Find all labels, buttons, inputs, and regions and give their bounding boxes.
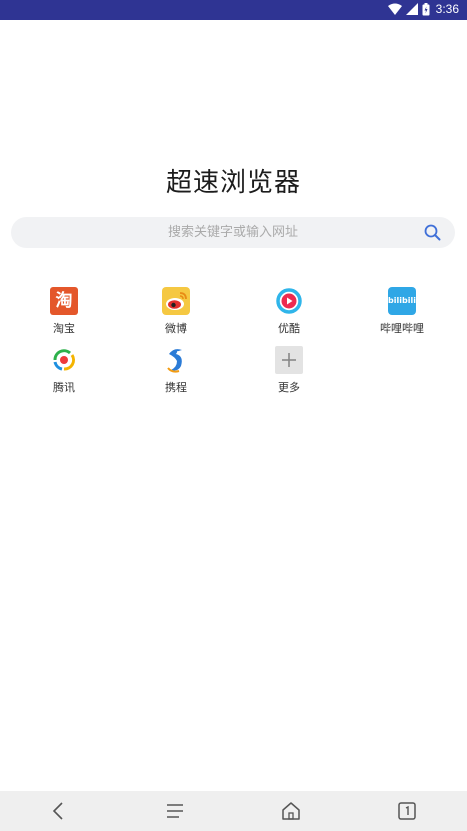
- home-icon[interactable]: [279, 799, 303, 823]
- back-icon[interactable]: [47, 799, 71, 823]
- shortcut-label: 更多: [278, 381, 300, 394]
- shortcut-ctrip[interactable]: 携程: [131, 346, 221, 395]
- tencent-icon: [50, 346, 78, 374]
- shortcut-bilibili[interactable]: bilibili 哔哩哔哩: [357, 287, 447, 336]
- status-bar: 3:36: [0, 0, 467, 20]
- youku-icon: [275, 287, 303, 315]
- shortcut-label: 淘宝: [53, 322, 75, 335]
- shortcut-label: 优酷: [278, 322, 300, 335]
- shortcut-label: 哔哩哔哩: [380, 322, 424, 335]
- wifi-icon: [387, 3, 402, 15]
- search-bar[interactable]: [11, 217, 455, 248]
- weibo-icon: [162, 287, 190, 315]
- shortcut-tencent[interactable]: 腾讯: [19, 346, 109, 395]
- shortcut-youku[interactable]: 优酷: [244, 287, 334, 336]
- signal-icon: [405, 3, 418, 15]
- taobao-logo-text: 淘: [55, 291, 73, 311]
- search-input[interactable]: [11, 217, 455, 248]
- bottom-nav-bar: [0, 791, 467, 831]
- status-icons: 3:36: [387, 2, 459, 16]
- shortcut-label: 微博: [165, 322, 187, 335]
- bilibili-icon: bilibili: [388, 287, 416, 315]
- search-icon[interactable]: [424, 224, 441, 241]
- shortcut-weibo[interactable]: 微博: [131, 287, 221, 336]
- shortcut-label: 腾讯: [53, 381, 75, 394]
- ctrip-icon: [162, 346, 190, 374]
- bilibili-logo-text: bilibili: [388, 296, 416, 305]
- app-title: 超速浏览器: [165, 168, 301, 198]
- add-icon: [275, 346, 303, 374]
- status-time: 3:36: [435, 2, 459, 16]
- shortcut-label: 携程: [165, 381, 187, 394]
- menu-icon[interactable]: [163, 799, 187, 823]
- shortcut-more[interactable]: 更多: [244, 346, 334, 395]
- battery-icon: [422, 2, 430, 15]
- shortcut-taobao[interactable]: 淘 淘宝: [19, 287, 109, 336]
- taobao-icon: 淘: [50, 287, 78, 315]
- tabs-icon[interactable]: [395, 799, 419, 823]
